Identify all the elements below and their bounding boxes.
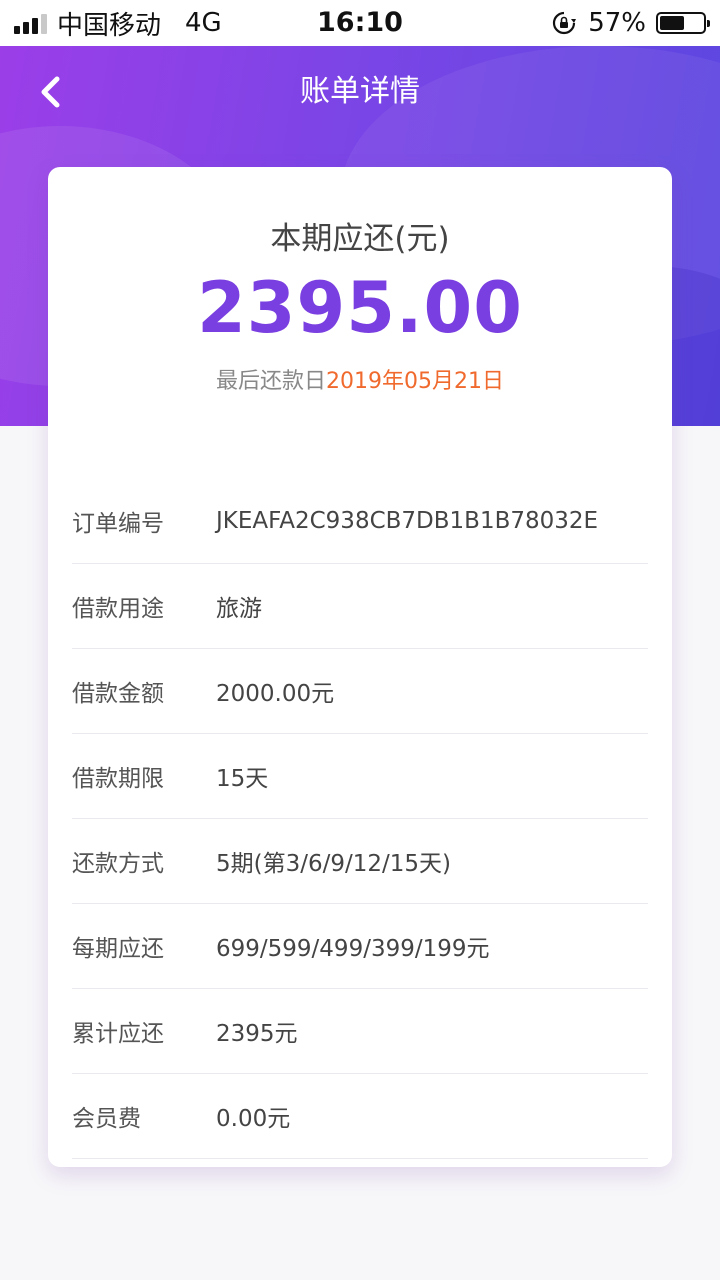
battery-fill xyxy=(660,16,684,30)
detail-key: 还款方式 xyxy=(72,851,164,877)
detail-key: 借款金额 xyxy=(72,681,164,707)
detail-value: 旅游 xyxy=(216,596,262,622)
bill-detail-page: 中国移动 4G 16:10 57% 账单详情 本期应还(元) 2395.00 最… xyxy=(0,0,720,1280)
detail-value: 2000.00元 xyxy=(216,681,335,707)
detail-row-per-period: 每期应还 699/599/499/399/199元 xyxy=(72,904,648,989)
detail-value: 2395元 xyxy=(216,1021,298,1047)
detail-value: JKEAFA2C938CB7DB1B1B78032E xyxy=(216,508,599,534)
detail-value: 699/599/499/399/199元 xyxy=(216,936,490,962)
due-amount-label: 本期应还(元) xyxy=(270,221,450,257)
status-bar: 中国移动 4G 16:10 57% xyxy=(0,0,720,46)
detail-key: 订单编号 xyxy=(72,511,164,537)
bill-card: 本期应还(元) 2395.00 最后还款日2019年05月21日 订单编号 JK… xyxy=(48,167,672,1167)
detail-key: 累计应还 xyxy=(72,1021,164,1047)
detail-key: 每期应还 xyxy=(72,936,164,962)
detail-row-repay-method: 还款方式 5期(第3/6/9/12/15天) xyxy=(72,819,648,904)
due-amount: 2395.00 xyxy=(197,267,523,349)
due-date-value: 2019年05月21日 xyxy=(326,369,504,394)
detail-value: 15天 xyxy=(216,766,269,792)
rotation-lock-icon xyxy=(553,11,577,35)
detail-row-member-fee: 会员费 0.00元 xyxy=(72,1074,648,1159)
detail-value: 0.00元 xyxy=(216,1106,291,1132)
detail-row-loan-term: 借款期限 15天 xyxy=(72,734,648,819)
due-date: 最后还款日2019年05月21日 xyxy=(48,363,672,395)
status-right: 57% xyxy=(552,8,710,38)
detail-row-loan-amount: 借款金额 2000.00元 xyxy=(72,649,648,734)
battery-icon xyxy=(656,12,710,34)
detail-row-purpose: 借款用途 旅游 xyxy=(72,564,648,649)
detail-key: 借款期限 xyxy=(72,766,164,792)
detail-row-total: 累计应还 2395元 xyxy=(72,989,648,1074)
due-date-label: 最后还款日 xyxy=(216,369,327,394)
detail-key: 会员费 xyxy=(72,1106,141,1132)
battery-percent: 57% xyxy=(588,8,646,38)
detail-value: 5期(第3/6/9/12/15天) xyxy=(216,851,452,877)
detail-list: 订单编号 JKEAFA2C938CB7DB1B1B78032E 借款用途 旅游 … xyxy=(72,479,648,1159)
detail-key: 借款用途 xyxy=(72,596,164,622)
page-title: 账单详情 xyxy=(300,74,420,109)
detail-row-order-id: 订单编号 JKEAFA2C938CB7DB1B1B78032E xyxy=(72,479,648,564)
